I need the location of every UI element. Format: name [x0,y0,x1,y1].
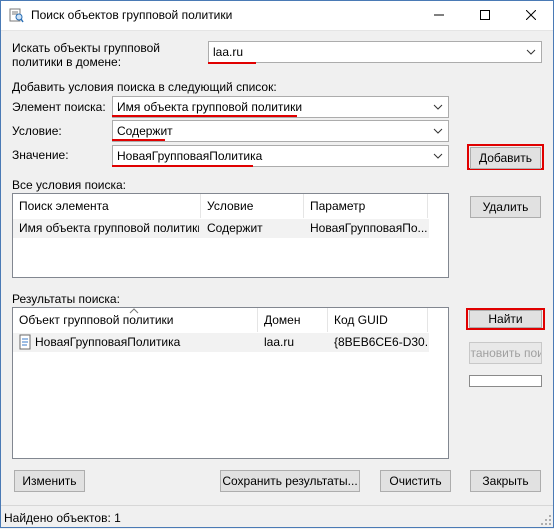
element-highlight [112,115,297,117]
value-label: Значение: [12,148,69,162]
condition-row-parameter: НоваяГрупповаяПо... [310,221,428,235]
condition-label: Условие: [12,124,62,138]
column-header-search-element[interactable]: Поиск элемента [13,194,201,218]
minimize-button[interactable] [416,0,462,30]
chevron-down-icon [433,104,443,110]
column-header-gpo[interactable]: Объект групповой политики [13,308,258,332]
save-results-button[interactable]: Сохранить результаты... [220,470,360,492]
table-row[interactable]: НоваяГрупповаяПолитика laa.ru {8BEB6CE6-… [13,333,429,352]
value-highlight [112,165,253,167]
remove-button[interactable]: Удалить [470,196,541,218]
minimize-icon [434,14,444,16]
conditions-list-label: Все условия поиска: [12,178,126,192]
close-button[interactable]: Закрыть [470,470,541,492]
condition-value: Содержит [117,124,173,138]
element-label: Элемент поиска: [12,100,106,114]
close-icon [526,10,536,20]
condition-row-element: Имя объекта групповой политики [19,221,199,235]
value-input[interactable]: НоваяГрупповаяПолитика [112,145,449,167]
condition-row-condition: Содержит [207,221,263,235]
value-text: НоваяГрупповаяПолитика [117,149,263,163]
domain-value: laa.ru [213,45,244,59]
chevron-down-icon [433,128,443,134]
domain-select[interactable]: laa.ru [208,41,542,63]
criteria-section-label: Добавить условия поиска в следующий спис… [12,80,277,94]
resize-grip-icon[interactable] [540,514,552,526]
window-title: Поиск объектов групповой политики [31,8,233,22]
find-button[interactable]: Найти [469,310,542,328]
condition-highlight [112,139,165,141]
column-header-condition[interactable]: Условие [201,194,304,218]
domain-highlight [208,62,256,64]
maximize-button[interactable] [462,0,508,30]
column-header-guid[interactable]: Код GUID [328,308,428,332]
column-header-domain[interactable]: Домен [258,308,328,332]
close-window-button[interactable] [508,0,554,30]
chevron-down-icon [526,49,536,55]
clear-button[interactable]: Очистить [380,470,451,492]
result-row-name: НоваяГрупповаяПолитика [35,335,181,349]
progress-bar [469,375,542,387]
column-header-parameter[interactable]: Параметр [304,194,428,218]
stop-search-button[interactable]: :тановить пои [469,342,542,364]
result-row-guid: {8BEB6CE6-D30... [334,335,428,349]
table-row[interactable]: Имя объекта групповой политики Содержит … [13,219,429,238]
result-row-domain: laa.ru [264,335,295,349]
chevron-down-icon [433,153,443,159]
gpo-document-icon [19,334,31,350]
title-bar: Поиск объектов групповой политики [0,0,554,31]
conditions-list[interactable]: Поиск элемента Условие Параметр Имя объе… [12,193,449,278]
search-element-value: Имя объекта групповой политики [117,100,303,114]
status-text: Найдено объектов: 1 [4,511,121,525]
maximize-icon [480,10,490,20]
results-list[interactable]: Объект групповой политики Домен Код GUID… [12,307,449,459]
gpo-search-icon [9,8,24,23]
add-button[interactable]: Добавить [470,147,541,169]
domain-label: Искать объекты групповой политики в доме… [12,41,160,69]
results-label: Результаты поиска: [12,292,120,306]
edit-button[interactable]: Изменить [14,470,85,492]
status-bar: Найдено объектов: 1 [0,505,554,529]
